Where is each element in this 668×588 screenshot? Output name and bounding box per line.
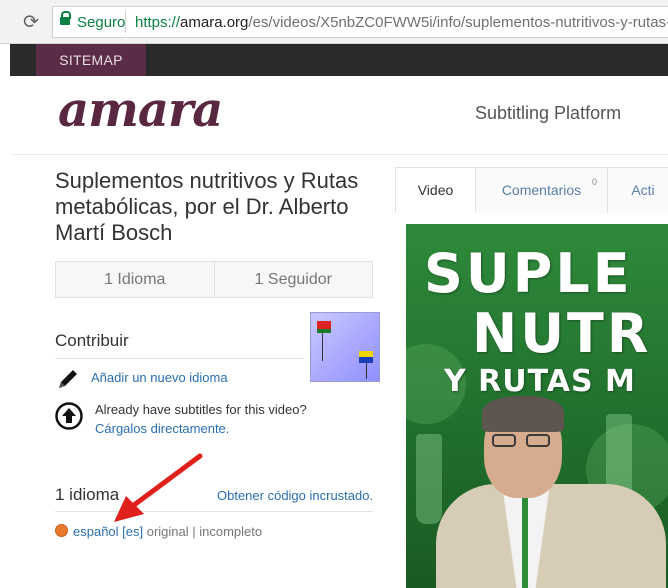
video-title: Suplementos nutritivos y Rutas metabólic… [55, 168, 359, 245]
url-host: amara.org [180, 14, 249, 31]
annotation-arrow-icon [114, 453, 203, 522]
embed-code-link[interactable]: Obtener código incrustado. [217, 488, 373, 503]
presenter-suit [436, 484, 666, 588]
video-thumbnail-text: SUPLE [424, 242, 633, 305]
url-field[interactable]: Seguro https://amara.org/es/videos/X5nbZ… [52, 6, 668, 38]
add-language-link[interactable]: Añadir un nuevo idioma [91, 370, 228, 385]
url-scheme: https:// [135, 14, 181, 31]
tab-comments-label: Comentarios [501, 182, 582, 198]
presenter-hair [482, 396, 564, 432]
video-tabs: Video Comentarios 0 Acti [395, 167, 668, 213]
presenter-glasses [492, 434, 554, 448]
sitemap-button[interactable]: SITEMAP [36, 44, 146, 76]
divider [55, 358, 305, 359]
tab-comments[interactable]: Comentarios 0 [476, 168, 608, 213]
video-stats: 1 Idioma 1 Seguidor [55, 261, 373, 298]
status-dot-icon [55, 524, 68, 537]
languages-stat[interactable]: 1 Idioma [56, 262, 214, 297]
reload-icon[interactable]: ⟳ [20, 11, 42, 33]
comments-count-badge: 0 [591, 177, 597, 187]
user-avatar[interactable] [310, 312, 380, 382]
top-nav-bar: SITEMAP [10, 44, 668, 76]
have-subtitles-text: Already have subtitles for this video? [95, 402, 307, 417]
pen-icon [59, 370, 77, 388]
browser-address-bar: ⟳ Seguro https://amara.org/es/videos/X5n… [0, 0, 668, 44]
site-header: amara Subtitling Platform [10, 76, 668, 155]
video-thumbnail-text: NUTR [472, 302, 652, 365]
contribute-heading: Contribuir [55, 331, 129, 350]
upload-icon[interactable] [55, 402, 83, 430]
video-player[interactable]: SUPLE NUTR Y RUTAS M [406, 224, 668, 588]
url-divider [125, 11, 126, 33]
url-path: /es/videos/X5nbZC0FWW5i/info/suplementos… [248, 14, 668, 31]
header-tagline: Subtitling Platform [475, 103, 622, 123]
presenter-lanyard [522, 492, 528, 588]
flag-icon [359, 351, 373, 363]
lock-icon [60, 11, 71, 25]
url-text: https://amara.org/es/videos/X5nbZC0FWW5i… [135, 14, 668, 31]
tab-activity[interactable]: Acti [608, 168, 668, 213]
secure-label: Seguro [77, 14, 126, 31]
video-thumbnail-text: Y RUTAS M [444, 364, 636, 399]
amara-logo[interactable]: amara [58, 82, 223, 138]
flag-icon [317, 321, 331, 333]
tab-video[interactable]: Video [396, 168, 476, 213]
presenter-image [436, 396, 666, 588]
upload-subtitles-link[interactable]: Cárgalos directamente. [95, 421, 229, 436]
followers-stat[interactable]: 1 Seguidor [213, 262, 373, 297]
